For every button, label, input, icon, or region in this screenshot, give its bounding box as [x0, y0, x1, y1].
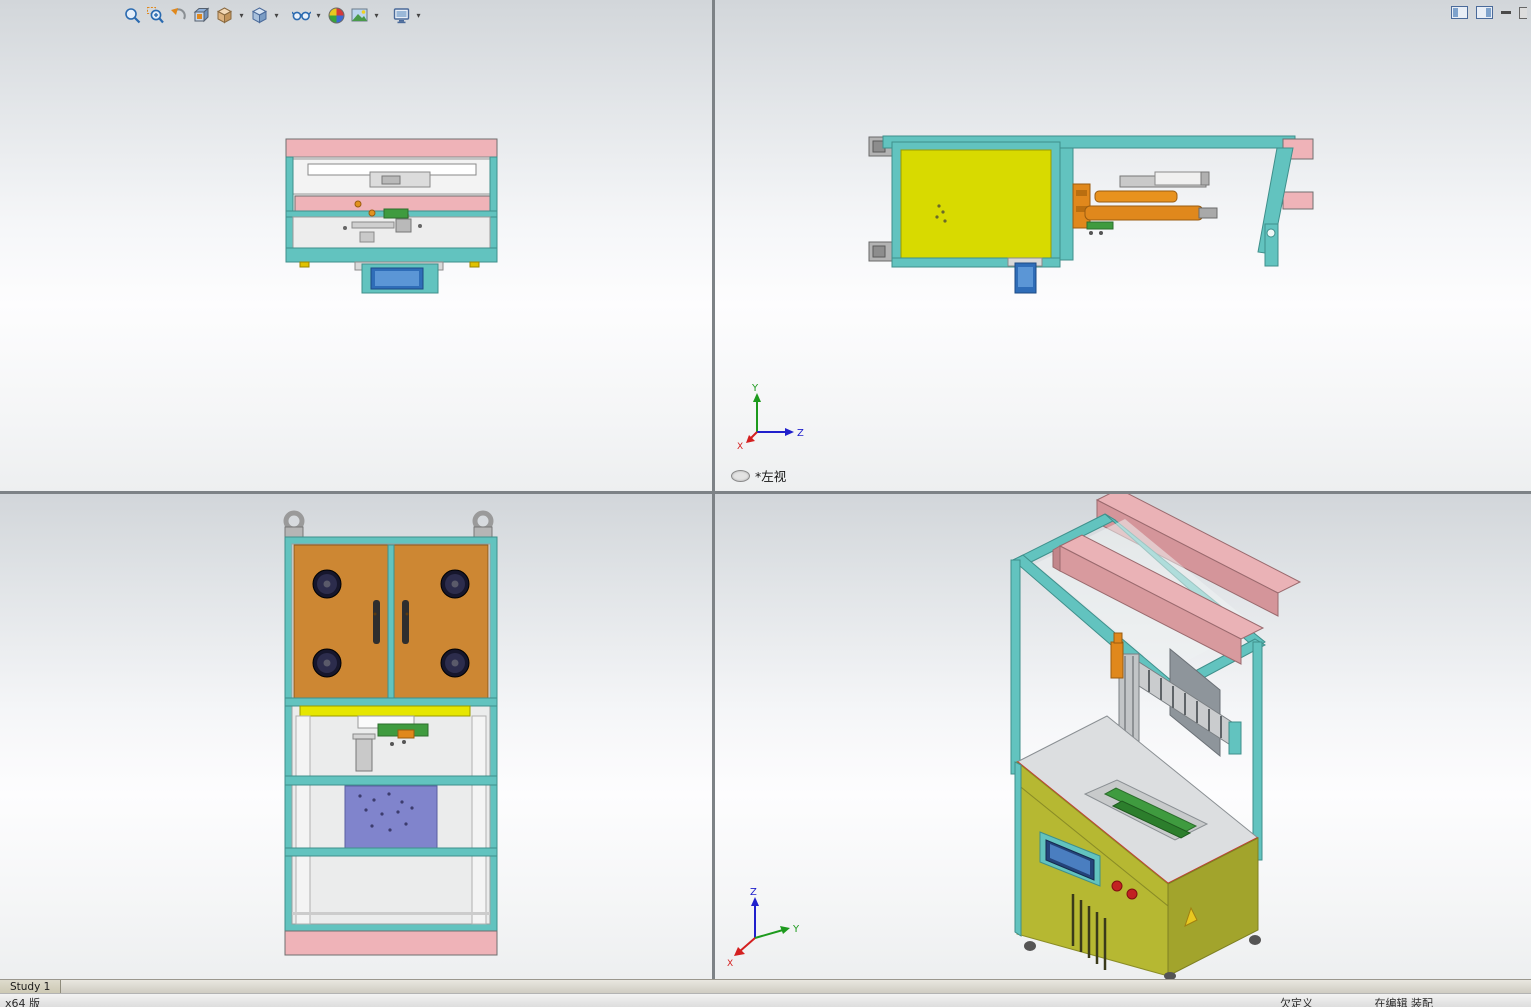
section-view-icon[interactable]	[191, 5, 211, 25]
viewport-divider-vertical[interactable]	[712, 0, 715, 979]
motion-study-tab-bar: Study 1	[0, 979, 1531, 993]
top-view-model[interactable]	[285, 138, 498, 294]
zoom-to-fit-icon[interactable]	[122, 5, 142, 25]
display-style-dropdown-icon[interactable]: ▾	[272, 11, 281, 20]
pane-split-icon[interactable]	[1451, 6, 1468, 19]
isometric-model[interactable]	[1010, 494, 1302, 979]
left-view-drawing: Y Z X	[737, 135, 1314, 452]
viewport-top-view[interactable]	[0, 0, 712, 491]
statusbar-edit-mode: 在编辑 装配	[1374, 997, 1434, 1007]
front-view-drawing	[283, 510, 498, 956]
left-view-model[interactable]	[868, 135, 1314, 294]
solidworks-four-view-workspace: Y Z X *左视 Z Y X ▾ ▾ ▾ ▾ ▾ Study 1 x64 版 …	[0, 0, 1531, 1007]
partial-window-icon[interactable]	[1519, 6, 1527, 19]
front-view-model[interactable]	[283, 510, 498, 956]
view-orientation-icon[interactable]	[214, 5, 234, 25]
zoom-to-area-icon[interactable]	[145, 5, 165, 25]
view-settings-dropdown-icon[interactable]: ▾	[414, 11, 423, 20]
minimize-icon[interactable]	[1501, 11, 1511, 14]
tab-study-1[interactable]: Study 1	[0, 980, 62, 993]
axis-x-label: X	[737, 442, 743, 452]
control-screen-top[interactable]	[354, 261, 444, 294]
fan-icon	[440, 648, 470, 678]
axis-y-label: Y	[792, 924, 800, 935]
viewport-front-view[interactable]	[0, 494, 712, 979]
view-settings-icon[interactable]	[391, 5, 411, 25]
status-bar: x64 版 欠定义 在编辑 装配	[0, 993, 1531, 1007]
axis-y-label: Y	[751, 383, 759, 394]
pane-maximize-icon[interactable]	[1476, 6, 1493, 19]
view-orientation-label: *左视	[731, 466, 786, 485]
control-screen-left[interactable]	[1007, 257, 1043, 294]
viewport-isometric-view[interactable]: Z Y X	[715, 494, 1531, 979]
axis-z-label: Z	[797, 428, 804, 439]
axis-x-label: X	[727, 959, 733, 969]
axis-z-label: Z	[750, 887, 757, 898]
viewport-left-view[interactable]: Y Z X *左视	[715, 0, 1531, 491]
view-label-text: *左视	[755, 469, 787, 484]
edit-appearance-icon[interactable]	[326, 5, 346, 25]
fan-icon	[440, 569, 470, 599]
view-label-badge-icon	[731, 469, 750, 482]
hide-show-items-dropdown-icon[interactable]: ▾	[314, 11, 323, 20]
triad-isometric: Z Y X	[727, 887, 800, 969]
statusbar-constraint-status: 欠定义	[1280, 997, 1313, 1007]
apply-scene-dropdown-icon[interactable]: ▾	[372, 11, 381, 20]
pane-controls	[1451, 6, 1527, 19]
statusbar-app-version-text: x64 版	[5, 997, 41, 1007]
study-tab-label: Study 1	[10, 980, 51, 993]
apply-scene-icon[interactable]	[349, 5, 369, 25]
viewport-divider-horizontal[interactable]	[0, 491, 1531, 494]
fan-icon	[312, 648, 342, 678]
upper-doors[interactable]	[293, 544, 489, 699]
previous-view-icon[interactable]	[168, 5, 188, 25]
purple-fixture-plate[interactable]	[344, 785, 438, 849]
hide-show-items-icon[interactable]	[291, 5, 311, 25]
top-view-drawing	[285, 138, 498, 294]
fan-icon	[312, 569, 342, 599]
heads-up-view-toolbar: ▾ ▾ ▾ ▾ ▾	[122, 4, 423, 26]
isometric-drawing: Z Y X	[727, 494, 1302, 979]
triad-left-view: Y Z X	[737, 383, 804, 452]
view-orientation-dropdown-icon[interactable]: ▾	[237, 11, 246, 20]
display-style-icon[interactable]	[249, 5, 269, 25]
